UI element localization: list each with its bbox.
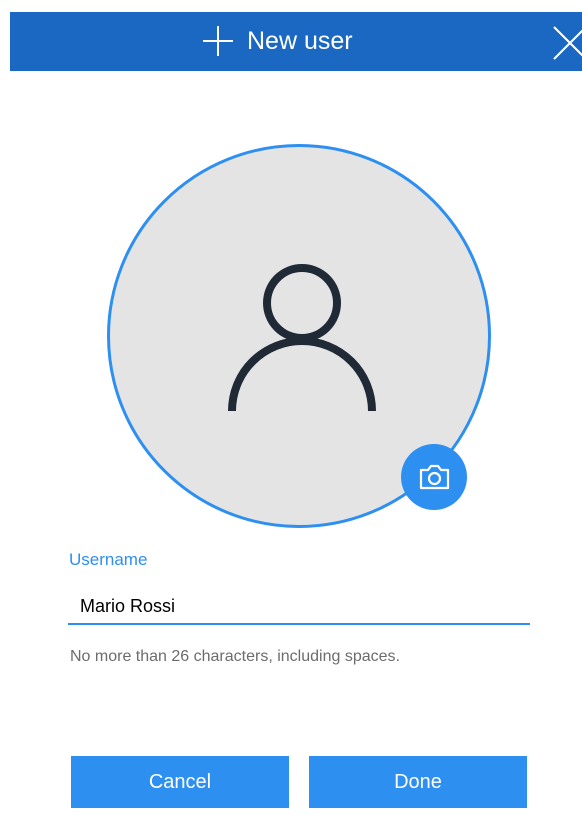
- username-label: Username: [69, 550, 148, 569]
- avatar-picker[interactable]: [107, 144, 491, 528]
- person-icon: [228, 264, 376, 412]
- dialog-title: New user: [247, 27, 353, 55]
- title-bar: New user: [10, 12, 582, 71]
- camera-icon: [419, 464, 450, 490]
- done-button[interactable]: Done: [309, 756, 527, 808]
- close-icon[interactable]: [553, 26, 582, 60]
- username-helper-text: No more than 26 characters, including sp…: [70, 648, 400, 665]
- new-user-dialog: New user Username No more than 26 charac…: [0, 0, 582, 827]
- title-group: New user: [203, 26, 353, 56]
- username-input[interactable]: [68, 589, 530, 625]
- plus-icon: [203, 26, 233, 56]
- change-photo-button[interactable]: [401, 444, 467, 510]
- cancel-button[interactable]: Cancel: [71, 756, 289, 808]
